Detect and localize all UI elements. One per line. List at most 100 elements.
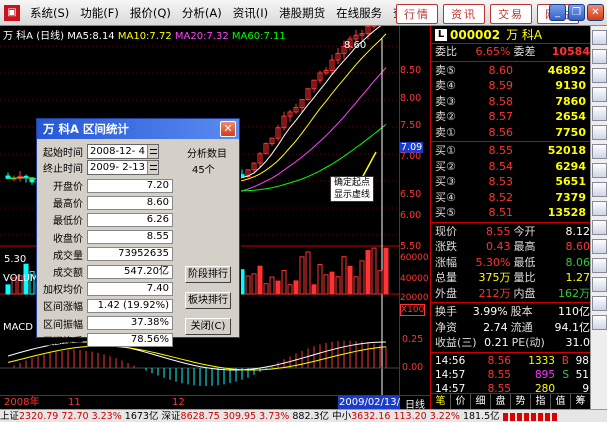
toolbar-report-icon[interactable]	[592, 106, 607, 121]
date-axis: 2008年 11 12 2009/02/13/五	[0, 395, 402, 422]
minimize-icon[interactable]: _	[549, 4, 566, 21]
panel-tab[interactable]: 值	[551, 394, 571, 409]
end-time-input[interactable]: 2009- 2-13	[87, 160, 159, 175]
stat-value: 375万	[478, 271, 511, 284]
sh-pct: 3.23%	[91, 411, 122, 422]
volume-bar	[365, 250, 371, 295]
menu-item[interactable]: 港股期货	[274, 5, 330, 21]
end-spin-icon[interactable]	[147, 161, 158, 174]
tick-price: 8.55	[487, 368, 511, 381]
stat-row: 现价 8.55 今开 8.12	[431, 224, 590, 240]
panel-tab[interactable]: 盘	[491, 394, 511, 409]
sh-label: 上证	[0, 411, 20, 422]
stat-label: 总量	[435, 271, 457, 284]
fundamental-stats: 换手 3.99% 股本 110亿 净资 2.74 流通 94.1亿 收益(三) 0.21 PE(动)…	[431, 304, 590, 351]
divider	[431, 60, 590, 62]
low-price-label: 5.30	[4, 254, 27, 265]
menu-item[interactable]: 系统(S)	[25, 5, 74, 21]
start-time-input[interactable]: 2008-12- 4	[87, 144, 159, 159]
toolbar-sector-icon[interactable]	[592, 182, 607, 197]
order-price: 8.57	[488, 110, 514, 123]
start-spin-icon[interactable]	[147, 145, 158, 158]
toolbar-zoom-icon[interactable]	[592, 296, 607, 311]
macd-tick: 0.25	[402, 334, 424, 345]
toolbar-calc-icon[interactable]	[592, 239, 607, 254]
toolbar-news-icon[interactable]	[592, 144, 607, 159]
order-price: 8.52	[488, 190, 514, 204]
panel-tab[interactable]: 细	[471, 394, 491, 409]
panel-tab[interactable]: 势	[511, 394, 531, 409]
dialog-stat-row: 成交额 547.20亿	[37, 264, 173, 279]
zx-index: 3632.16	[351, 411, 391, 422]
dialog-stat-value: 78.56%	[87, 333, 173, 348]
dialog-stat-value: 7.20	[87, 178, 173, 193]
stat-label: 净资	[435, 320, 457, 334]
stage-rank-button[interactable]: 阶段排行	[185, 266, 231, 283]
volume-tick: X100	[400, 304, 426, 316]
daily-tab[interactable]: 日线	[400, 395, 430, 411]
toolbar-info-icon[interactable]	[592, 125, 607, 140]
order-volume: 7860	[555, 94, 586, 108]
wc-value: 10584	[551, 45, 590, 58]
menu-item[interactable]: 功能(F)	[75, 5, 124, 21]
divider	[431, 302, 590, 303]
dialog-stat-value: 7.40	[87, 281, 173, 296]
date-start: 2008年	[4, 397, 40, 408]
toolbar-draw-icon[interactable]	[592, 277, 607, 292]
top-tab[interactable]: 交易	[490, 4, 532, 24]
price-tick: 6.50	[400, 189, 422, 200]
close-icon[interactable]: ✕	[587, 4, 604, 21]
macd-tick: 0.00	[402, 362, 424, 373]
dialog-stat-value: 1.42 (19.92%)	[87, 298, 173, 313]
start-time-label: 起始时间	[43, 148, 83, 159]
tick-side: S	[562, 368, 569, 381]
stat-label: 量比	[513, 271, 536, 284]
volume-bar	[335, 276, 341, 295]
toolbar-chart-icon[interactable]	[592, 68, 607, 83]
volume-bar	[305, 251, 311, 295]
sh-amount: 1673亿	[124, 411, 159, 422]
toolbar-alert-icon[interactable]	[592, 258, 607, 273]
volume-bar	[263, 283, 269, 295]
order-volume: 5651	[555, 175, 586, 188]
stat-label: 今开	[513, 224, 536, 238]
panel-tab[interactable]: 指	[531, 394, 551, 409]
toolbar-move-icon[interactable]	[592, 315, 607, 330]
top-tab[interactable]: 资讯	[443, 4, 485, 24]
order-price: 8.59	[488, 79, 514, 92]
panel-tab[interactable]: 筹	[571, 394, 591, 409]
toolbar-grid-icon[interactable]	[592, 30, 607, 45]
menu-item[interactable]: 报价(Q)	[125, 5, 176, 21]
stat-value: 212万	[478, 286, 511, 300]
sector-rank-button[interactable]: 板块排行	[185, 292, 231, 309]
dialog-stat-label: 加权均价	[43, 285, 83, 297]
panel-tab[interactable]: 价	[451, 394, 471, 409]
stat-value: 0.43	[486, 240, 511, 253]
menu-item[interactable]: 在线服务	[331, 5, 387, 21]
panel-tab[interactable]: 笔	[431, 394, 451, 409]
toolbar-user-icon[interactable]	[592, 163, 607, 178]
stat-value: 1.27	[565, 271, 591, 284]
menu-item[interactable]: 资讯(I)	[228, 5, 273, 21]
tick-time: 14:56	[435, 354, 466, 367]
volume-bar	[359, 260, 365, 295]
ma60-label: MA60:7.11	[231, 31, 286, 42]
close-button[interactable]: 关闭(C)	[185, 318, 231, 335]
toolbar-filter-icon[interactable]	[592, 220, 607, 235]
toolbar-list-icon[interactable]	[592, 49, 607, 64]
candle-body	[239, 174, 245, 177]
dialog-stat-value: 8.60	[87, 195, 173, 210]
dialog-close-icon[interactable]: ✕	[220, 121, 236, 137]
toolbar-table-icon[interactable]	[592, 87, 607, 102]
annotation-line: 显示虚线	[333, 190, 370, 200]
dialog-stat-row: 区间换手 78.56%	[37, 333, 173, 348]
volume-bar	[269, 276, 275, 295]
top-tab[interactable]: 行情	[396, 4, 438, 24]
sz-amount: 882.3亿	[292, 411, 330, 422]
start-time-row: 起始时间 2008-12- 4	[37, 144, 159, 159]
menu-item[interactable]: 分析(A)	[177, 5, 227, 21]
restore-icon[interactable]: ❐	[568, 4, 585, 21]
dialog-stat-label: 开盘价	[53, 182, 83, 193]
toolbar-rank-icon[interactable]	[592, 201, 607, 216]
stat-value: 5.30%	[475, 255, 511, 269]
